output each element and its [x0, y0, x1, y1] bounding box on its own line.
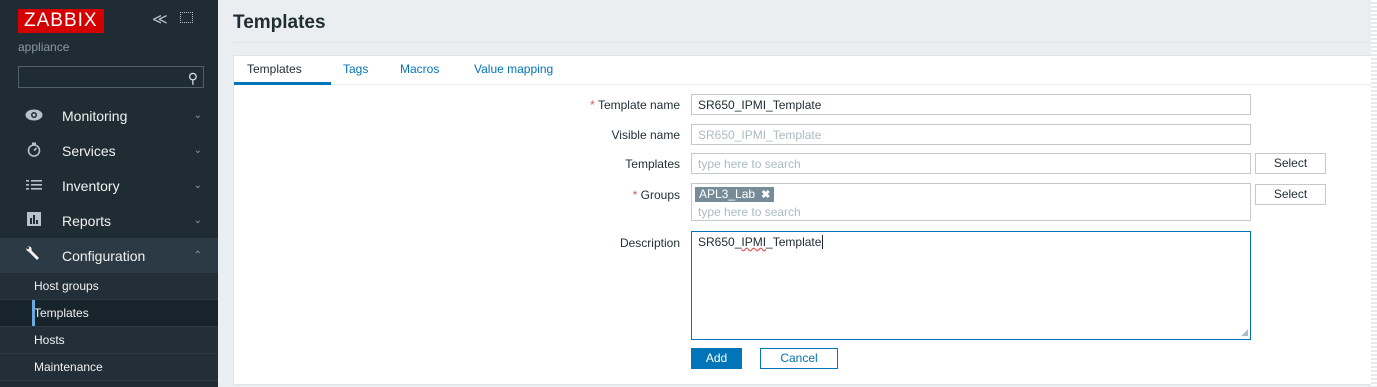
bar-chart-icon [24, 212, 44, 229]
menu-label: Services [62, 142, 116, 159]
chevron-down-icon: ⌄ [193, 145, 202, 156]
tab-templates[interactable]: Templates [247, 62, 302, 76]
templates-search-field[interactable]: type here to search [691, 153, 1251, 174]
tab-tags[interactable]: Tags [343, 62, 368, 76]
submenu-host-groups[interactable]: Host groups [0, 273, 218, 300]
templates-label: Templates [625, 157, 680, 171]
template-name-label: * Template name [480, 98, 680, 112]
wrench-icon [24, 246, 44, 265]
menu-reports[interactable]: Reports ⌄ [0, 203, 218, 238]
description-misspelled-word: IPMI [741, 235, 767, 249]
remove-chip-icon[interactable]: ✖ [761, 189, 770, 201]
groups-search-placeholder[interactable]: type here to search [698, 205, 801, 219]
chevron-down-icon: ⌄ [193, 180, 202, 191]
groups-label: * Groups [480, 188, 680, 202]
visible-name-field[interactable]: SR650_IPMI_Template [691, 124, 1251, 145]
search-icon[interactable]: ⚲ [188, 70, 198, 87]
header-divider [233, 42, 1377, 43]
scrollbar-edge[interactable] [1371, 0, 1377, 387]
submenu-templates[interactable]: Templates [0, 300, 218, 327]
submenu-label: Hosts [34, 333, 65, 347]
menu-monitoring[interactable]: Monitoring ⌄ [0, 98, 218, 133]
chevron-down-icon: ⌄ [193, 215, 202, 226]
kiosk-mode-icon[interactable] [180, 12, 193, 23]
submenu-label: Templates [34, 306, 89, 320]
chip-label: APL3_Lab [699, 187, 756, 201]
stopwatch-icon [24, 142, 44, 160]
server-name: appliance [18, 40, 70, 54]
description-text-part: SR650_ [698, 235, 742, 249]
chevron-up-icon: ⌃ [193, 250, 202, 261]
form-tabs: Templates Tags Macros Value mapping [234, 56, 1376, 85]
text-cursor [822, 235, 824, 249]
main-menu: Monitoring ⌄ Services ⌄ Inventory ⌄ Repo… [0, 98, 218, 381]
collapse-sidebar-icon[interactable]: ≪ [152, 10, 168, 28]
description-textarea[interactable]: SR650_IPMI_Template ◢ [691, 231, 1251, 340]
list-icon [24, 178, 44, 194]
templates-select-button[interactable]: Select [1255, 153, 1326, 174]
menu-label: Reports [62, 212, 112, 229]
groups-select-button[interactable]: Select [1255, 184, 1326, 205]
visible-name-label: Visible name [611, 128, 680, 142]
submenu-label: Maintenance [34, 360, 103, 374]
description-text-part: _Template [766, 235, 822, 249]
required-marker: * [590, 98, 595, 112]
page-title: Templates [233, 12, 326, 33]
template-name-field[interactable]: SR650_IPMI_Template [691, 94, 1251, 115]
eye-icon [24, 108, 44, 124]
cancel-button[interactable]: Cancel [760, 348, 838, 369]
sidebar: ZABBIX ≪ appliance ⚲ Monitoring ⌄ Servic… [0, 0, 218, 387]
sidebar-search-input[interactable]: ⚲ [18, 66, 204, 88]
tab-value-mapping[interactable]: Value mapping [474, 62, 553, 76]
zabbix-logo[interactable]: ZABBIX [18, 9, 104, 33]
submenu-label: Host groups [34, 279, 99, 293]
chevron-down-icon: ⌄ [193, 110, 202, 121]
template-form-panel: Templates Tags Macros Value mapping * Te… [233, 55, 1377, 385]
active-tab-indicator [234, 82, 331, 85]
groups-multiselect[interactable]: APL3_Lab ✖ type here to search [691, 183, 1251, 221]
description-label: Description [619, 236, 680, 250]
label-text: Template name [597, 98, 680, 112]
menu-label: Inventory [62, 177, 120, 194]
menu-inventory[interactable]: Inventory ⌄ [0, 168, 218, 203]
required-marker: * [632, 188, 638, 202]
add-button[interactable]: Add [691, 348, 742, 369]
submenu-hosts[interactable]: Hosts [0, 327, 218, 354]
label-text: Groups [640, 188, 680, 202]
submenu-maintenance[interactable]: Maintenance [0, 354, 218, 381]
resize-handle-icon[interactable]: ◢ [1241, 327, 1248, 338]
menu-services[interactable]: Services ⌄ [0, 133, 218, 168]
logo-row: ZABBIX [18, 8, 104, 34]
group-chip: APL3_Lab ✖ [695, 187, 775, 202]
configuration-submenu: Host groups Templates Hosts Maintenance [0, 273, 218, 381]
menu-label: Configuration [62, 247, 146, 264]
tab-macros[interactable]: Macros [400, 62, 439, 76]
menu-configuration[interactable]: Configuration ⌃ [0, 238, 218, 273]
menu-label: Monitoring [62, 107, 128, 124]
